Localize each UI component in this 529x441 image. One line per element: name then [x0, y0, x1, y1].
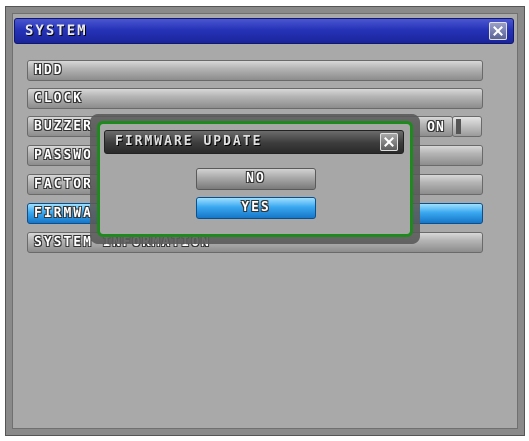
menu-item-label: FACTOR	[34, 177, 93, 192]
menu-item-hdd[interactable]: HDD	[27, 60, 483, 81]
close-icon[interactable]	[380, 133, 398, 151]
menu-item-clock[interactable]: CLOCK	[27, 88, 483, 109]
dialog-titlebar: FIRMWARE UPDATE	[104, 130, 404, 154]
menu-item-label: FIRMWA	[34, 206, 93, 221]
menu-item-label: CLOCK	[34, 91, 84, 106]
buzzer-toggle[interactable]	[452, 116, 482, 137]
menu-item-label: HDD	[34, 63, 64, 78]
yes-button[interactable]: YES	[196, 197, 316, 219]
menu-item-label: PASSWO	[34, 148, 93, 163]
window-titlebar: SYSTEM	[14, 18, 514, 44]
close-icon[interactable]	[489, 22, 507, 40]
buzzer-value[interactable]: ON	[422, 118, 450, 137]
window-title: SYSTEM	[25, 23, 88, 39]
menu-item-label: BUZZER	[34, 119, 93, 134]
dialog-title: FIRMWARE UPDATE	[115, 134, 263, 149]
no-button[interactable]: NO	[196, 168, 316, 190]
